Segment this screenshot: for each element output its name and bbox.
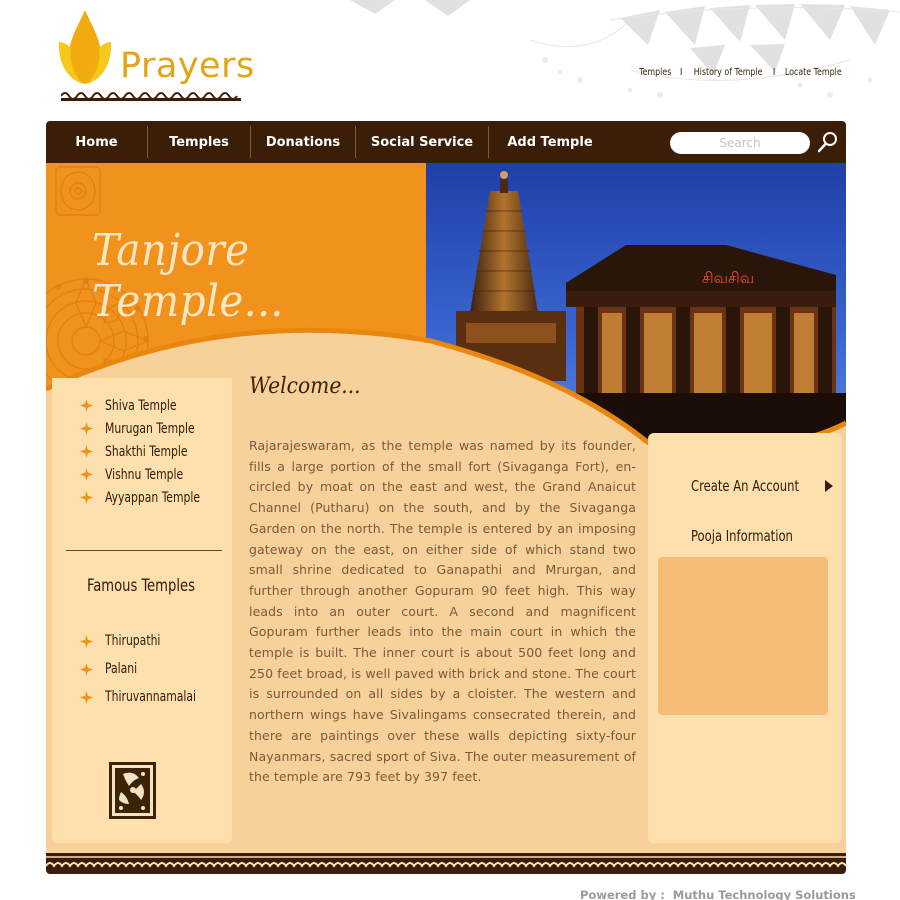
nav-home[interactable]: Home bbox=[46, 126, 148, 158]
famous-temple-list: Thirupathi Palani Thiruvannamalai bbox=[80, 627, 211, 711]
temple-link-label: Vishnu Temple bbox=[105, 466, 184, 483]
star-bullet-icon bbox=[80, 422, 93, 435]
famous-temple-label: Thiruvannamalai bbox=[105, 689, 197, 705]
main-nav: Home Temples Donations Social Service Ad… bbox=[46, 121, 846, 163]
star-bullet-icon bbox=[80, 445, 93, 458]
content-area: Welcome... Rajarajeswaram, as the temple… bbox=[236, 358, 646, 843]
pooja-info-box bbox=[658, 557, 828, 715]
list-item[interactable]: Ayyappan Temple bbox=[80, 486, 216, 509]
list-item[interactable]: Palani bbox=[80, 655, 211, 683]
welcome-heading: Welcome... bbox=[249, 374, 361, 399]
search-input[interactable] bbox=[670, 132, 810, 154]
list-item[interactable]: Thiruvannamalai bbox=[80, 683, 211, 711]
powered-by-company[interactable]: Muthu Technology Solutions bbox=[673, 888, 856, 900]
nav-add-temple[interactable]: Add Temple bbox=[489, 126, 611, 158]
search-icon[interactable] bbox=[816, 130, 840, 154]
star-bullet-icon bbox=[80, 634, 93, 648]
footer-band bbox=[45, 853, 847, 874]
temple-sign-text: சிவசிவ bbox=[702, 269, 754, 287]
temple-link-label: Ayyappan Temple bbox=[105, 489, 201, 506]
list-item[interactable]: Shiva Temple bbox=[80, 394, 216, 417]
list-item[interactable]: Vishnu Temple bbox=[80, 463, 216, 486]
nav-donations[interactable]: Donations bbox=[251, 126, 356, 158]
brand-logo[interactable]: Prayers bbox=[55, 8, 254, 103]
star-bullet-icon bbox=[80, 662, 93, 676]
temple-type-list: Shiva Temple Murugan Temple Shakthi Temp… bbox=[80, 394, 216, 509]
nav-social-service[interactable]: Social Service bbox=[356, 126, 489, 158]
list-item[interactable]: Murugan Temple bbox=[80, 417, 216, 440]
star-bullet-icon bbox=[80, 468, 93, 481]
main-area: Tanjore Temple... சிவசிவ Shiva Temple Mu… bbox=[46, 163, 846, 853]
powered-by-label: Powered by : bbox=[580, 888, 665, 900]
famous-temple-label: Palani bbox=[105, 661, 138, 677]
famous-temples-title: Famous Temples bbox=[87, 576, 195, 596]
create-account-link[interactable]: Create An Account bbox=[691, 477, 833, 495]
star-bullet-icon bbox=[80, 399, 93, 412]
list-item[interactable]: Thirupathi bbox=[80, 627, 211, 655]
brand-name: Prayers bbox=[120, 46, 255, 86]
pooja-info-title: Pooja Information bbox=[691, 527, 793, 545]
powered-by: Powered by : Muthu Technology Solutions bbox=[580, 888, 856, 900]
top-link-history[interactable]: History of Temple bbox=[693, 67, 762, 78]
temple-link-label: Shakthi Temple bbox=[105, 443, 188, 460]
famous-temple-label: Thirupathi bbox=[105, 633, 161, 649]
list-item[interactable]: Shakthi Temple bbox=[80, 440, 216, 463]
star-bullet-icon bbox=[80, 690, 93, 704]
top-link-separator: I bbox=[679, 67, 683, 78]
footer-wave-decoration bbox=[45, 856, 847, 868]
sidebar-divider bbox=[66, 550, 222, 551]
right-sidebar: Create An Account Pooja Information bbox=[648, 433, 842, 843]
top-link-locate[interactable]: Locate Temple bbox=[785, 67, 842, 78]
create-account-label: Create An Account bbox=[691, 477, 800, 495]
star-bullet-icon bbox=[80, 491, 93, 504]
ornament-tile-icon bbox=[109, 762, 156, 819]
top-links: Temples I History of Temple I Locate Tem… bbox=[637, 67, 846, 78]
bunting-decoration bbox=[350, 0, 900, 98]
temple-link-label: Shiva Temple bbox=[105, 397, 177, 414]
temple-link-label: Murugan Temple bbox=[105, 420, 195, 437]
top-link-separator: I bbox=[772, 67, 776, 78]
welcome-body-text: Rajarajeswaram, as the temple was named … bbox=[249, 438, 636, 785]
arrow-right-icon bbox=[824, 480, 833, 492]
nav-temples[interactable]: Temples bbox=[148, 126, 251, 158]
top-link-temples[interactable]: Temples bbox=[640, 67, 672, 78]
logo-wave-divider bbox=[61, 92, 241, 101]
flame-icon bbox=[58, 10, 112, 84]
